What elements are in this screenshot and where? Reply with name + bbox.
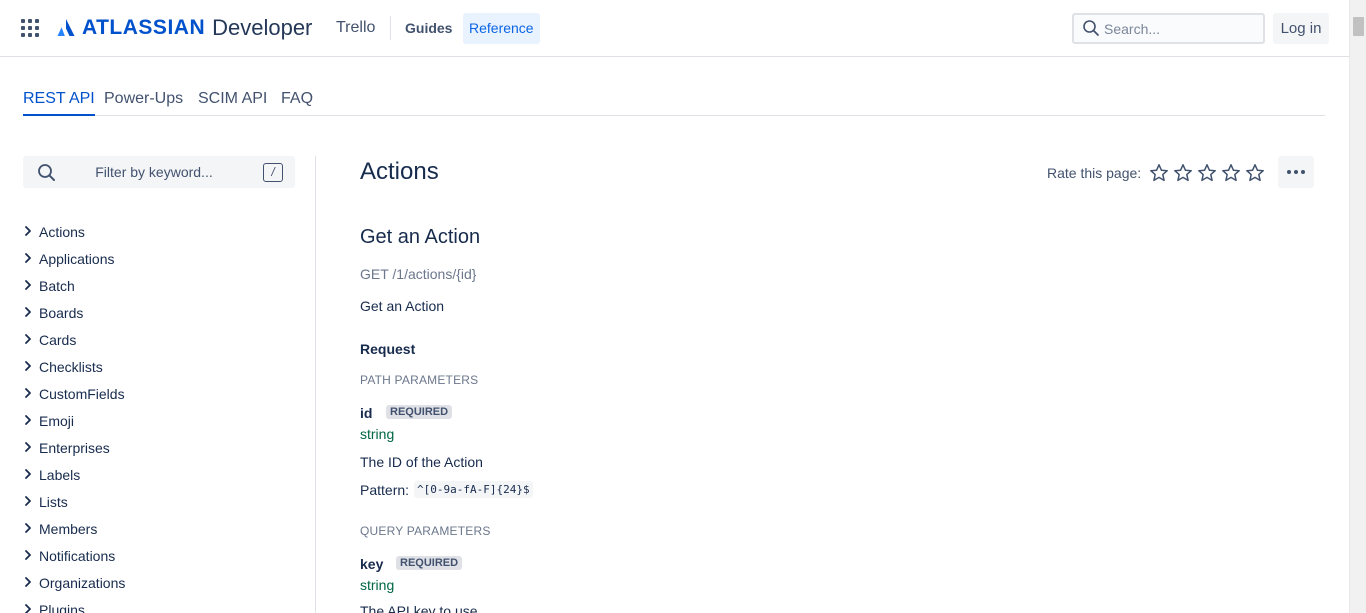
sidebar-item-label: Batch bbox=[39, 278, 75, 294]
chevron-right-icon bbox=[25, 334, 31, 344]
chevron-right-icon bbox=[25, 604, 31, 613]
api-tabs: REST API Power-Ups SCIM API FAQ bbox=[23, 86, 1325, 116]
search-box[interactable] bbox=[1072, 13, 1265, 44]
required-badge: REQUIRED bbox=[396, 556, 463, 570]
page-title: Actions bbox=[360, 158, 439, 185]
pattern-code: ^[0-9a-fA-F]{24}$ bbox=[414, 481, 533, 498]
sidebar-item-label: Cards bbox=[39, 332, 77, 348]
sidebar-item-label: Organizations bbox=[39, 575, 126, 591]
more-options-button[interactable] bbox=[1278, 156, 1314, 188]
rating-stars bbox=[1149, 163, 1269, 183]
sidebar-item-label: Plugins bbox=[39, 602, 85, 613]
atlassian-developer-logo[interactable]: ATLASSIAN Developer bbox=[56, 14, 312, 42]
query-parameters-label: QUERY PARAMETERS bbox=[360, 524, 491, 538]
chevron-right-icon bbox=[25, 226, 31, 236]
more-dot-icon bbox=[1301, 170, 1305, 174]
sidebar-item-label: Labels bbox=[39, 467, 81, 483]
request-heading: Request bbox=[360, 341, 416, 357]
param-type: string bbox=[360, 577, 395, 593]
search-input[interactable] bbox=[1104, 18, 1259, 39]
star-icon[interactable] bbox=[1173, 163, 1193, 183]
param-name: id bbox=[360, 405, 373, 421]
required-badge: REQUIRED bbox=[386, 405, 453, 419]
page-scrollbar[interactable] bbox=[1349, 0, 1366, 613]
pattern-label: Pattern: bbox=[360, 481, 410, 498]
param-type: string bbox=[360, 426, 395, 442]
sidebar-item-label: CustomFields bbox=[39, 386, 125, 402]
nav-guides-link[interactable]: Guides bbox=[399, 13, 458, 44]
param-pattern: Pattern: ^[0-9a-fA-F]{24}$ bbox=[360, 481, 533, 498]
scrollbar-thumb[interactable] bbox=[1353, 17, 1364, 36]
tab-faq[interactable]: FAQ bbox=[281, 90, 313, 116]
more-dot-icon bbox=[1294, 170, 1298, 174]
operation-description: Get an Action bbox=[360, 298, 445, 314]
chevron-right-icon bbox=[25, 469, 31, 479]
tab-scim-api[interactable]: SCIM API bbox=[198, 90, 267, 116]
chevron-right-icon bbox=[25, 442, 31, 452]
chevron-right-icon bbox=[25, 577, 31, 587]
star-icon[interactable] bbox=[1221, 163, 1241, 183]
star-icon[interactable] bbox=[1245, 163, 1265, 183]
sidebar-item-label: Boards bbox=[39, 305, 84, 321]
sidebar-item-label: Notifications bbox=[39, 548, 116, 564]
main-content: Actions Rate this page: Get an Action GE… bbox=[360, 156, 1320, 613]
sidebar-item-label: Lists bbox=[39, 494, 68, 510]
app-switcher-icon[interactable] bbox=[21, 19, 39, 37]
chevron-right-icon bbox=[25, 415, 31, 425]
nav-product-trello[interactable]: Trello bbox=[336, 19, 375, 37]
chevron-right-icon bbox=[25, 253, 31, 263]
sidebar-item-label: Checklists bbox=[39, 359, 103, 375]
filter-shortcut-key: / bbox=[263, 163, 283, 182]
path-parameters-label: PATH PARAMETERS bbox=[360, 373, 479, 387]
chevron-right-icon bbox=[25, 496, 31, 506]
param-name: key bbox=[360, 556, 384, 572]
sidebar-item-label: Enterprises bbox=[39, 440, 110, 456]
sidebar: / Actions Applications Batch Boards Cards Che… bbox=[23, 156, 316, 613]
tab-power-ups[interactable]: Power-Ups bbox=[104, 90, 183, 116]
operation-endpoint: GET /1/actions/{id} bbox=[360, 266, 477, 282]
sidebar-item-label: Members bbox=[39, 521, 98, 537]
page: ATLASSIAN Developer Trello Guides Refere… bbox=[0, 0, 1366, 613]
login-button[interactable]: Log in bbox=[1273, 13, 1329, 44]
sidebar-item-label: Applications bbox=[39, 251, 115, 267]
nav-divider bbox=[390, 16, 391, 40]
nav-reference-link[interactable]: Reference bbox=[463, 13, 540, 44]
search-icon bbox=[1083, 20, 1099, 36]
chevron-right-icon bbox=[25, 550, 31, 560]
chevron-right-icon bbox=[25, 523, 31, 533]
rate-label: Rate this page: bbox=[1047, 165, 1142, 181]
top-header: ATLASSIAN Developer Trello Guides Refere… bbox=[0, 0, 1349, 57]
operation-title: Get an Action bbox=[360, 226, 481, 248]
chevron-right-icon bbox=[25, 280, 31, 290]
param-description: The API key to use bbox=[360, 603, 478, 613]
chevron-right-icon bbox=[25, 307, 31, 317]
sidebar-item-label: Actions bbox=[39, 224, 85, 240]
star-icon[interactable] bbox=[1149, 163, 1169, 183]
brand-name: ATLASSIAN bbox=[82, 16, 206, 39]
star-icon[interactable] bbox=[1197, 163, 1217, 183]
param-description: The ID of the Action bbox=[360, 454, 483, 470]
filter-input[interactable] bbox=[79, 162, 229, 182]
tab-rest-api[interactable]: REST API bbox=[23, 90, 95, 116]
page-rating: Rate this page: bbox=[1047, 163, 1269, 183]
atlassian-logo-icon bbox=[57, 19, 75, 36]
sidebar-item-label: Emoji bbox=[39, 413, 75, 429]
product-name: Developer bbox=[212, 15, 313, 40]
chevron-right-icon bbox=[25, 361, 31, 371]
chevron-right-icon bbox=[25, 388, 31, 398]
filter-box[interactable]: / bbox=[23, 156, 295, 188]
search-icon bbox=[38, 164, 55, 181]
more-dot-icon bbox=[1287, 170, 1291, 174]
